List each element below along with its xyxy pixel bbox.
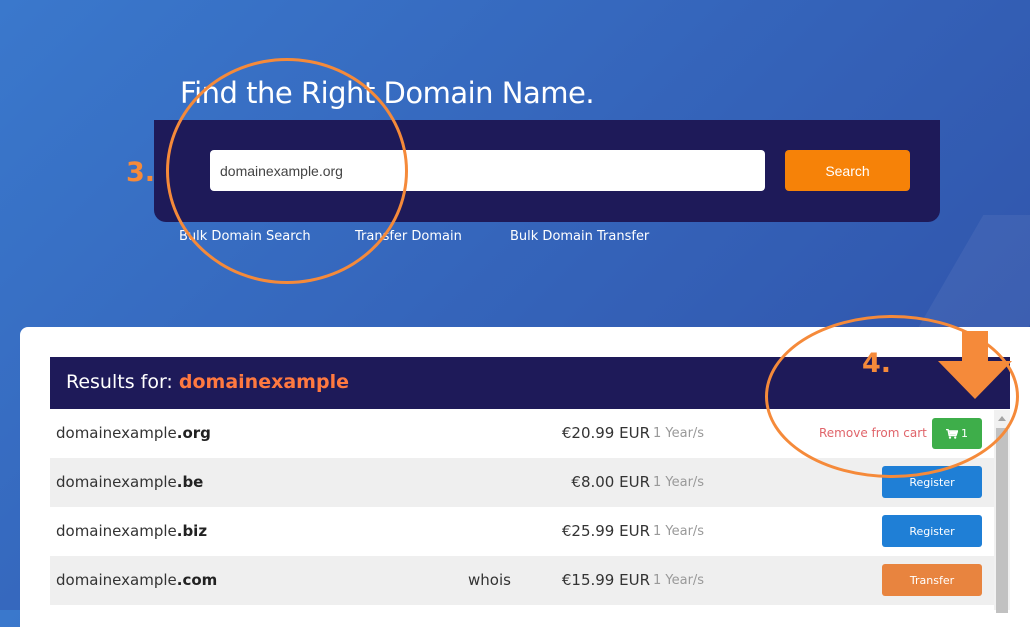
results-prefix: Results for: <box>66 371 173 393</box>
domain-tld: .org <box>176 424 211 442</box>
whois-link[interactable]: whois <box>468 571 511 589</box>
domain-label: domainexample <box>56 522 177 540</box>
domain-period: 1 Year/s <box>653 475 705 490</box>
search-panel: Search <box>154 120 940 222</box>
annotation-label-step3: 3. <box>126 157 156 188</box>
register-button[interactable]: Register <box>882 466 982 498</box>
domain-price: €15.99 EUR <box>561 571 650 589</box>
page-title: Find the Right Domain Name. <box>180 76 595 110</box>
domain-name: domainexample.biz <box>56 522 207 540</box>
scroll-up-arrow-icon[interactable] <box>994 412 1010 424</box>
bulk-domain-search-link[interactable]: Bulk Domain Search <box>179 229 311 244</box>
domain-price: €8.00 EUR <box>571 473 650 491</box>
search-button[interactable]: Search <box>785 150 910 191</box>
remove-from-cart-link[interactable]: Remove from cart <box>819 426 927 440</box>
transfer-button[interactable]: Transfer <box>882 564 982 596</box>
results-heading: Results for: domainexample <box>66 371 349 393</box>
domain-result-row: domainexample.be €8.00 EUR 1 Year/s Regi… <box>50 458 994 507</box>
in-cart-button[interactable]: 1 <box>932 418 982 449</box>
domain-price: €20.99 EUR <box>561 424 650 442</box>
domain-tld: .be <box>176 473 204 491</box>
domain-tld: .com <box>176 571 218 589</box>
domain-period: 1 Year/s <box>653 573 705 588</box>
domain-period: 1 Year/s <box>653 426 705 441</box>
annotation-label-step4: 4. <box>862 348 892 379</box>
domain-period: 1 Year/s <box>653 524 705 539</box>
domain-result-row: domainexample.org €20.99 EUR 1 Year/s Re… <box>50 409 994 458</box>
scrollbar-thumb[interactable] <box>996 428 1008 613</box>
results-scrollbar[interactable] <box>994 410 1010 613</box>
bulk-domain-transfer-link[interactable]: Bulk Domain Transfer <box>510 229 649 244</box>
domain-name: domainexample.be <box>56 473 203 491</box>
domain-result-row: domainexample.biz €25.99 EUR 1 Year/s Re… <box>50 507 994 556</box>
domain-result-row: domainexample.com whois €15.99 EUR 1 Yea… <box>50 556 994 605</box>
transfer-domain-link[interactable]: Transfer Domain <box>355 229 462 244</box>
domain-tld: .biz <box>176 522 208 540</box>
cart-icon <box>946 428 958 439</box>
domain-name: domainexample.com <box>56 571 217 589</box>
domain-search-input[interactable] <box>210 150 765 191</box>
domain-label: domainexample <box>56 473 177 491</box>
domain-label: domainexample <box>56 424 177 442</box>
domain-price: €25.99 EUR <box>561 522 650 540</box>
cart-count: 1 <box>961 427 968 440</box>
results-query: domainexample <box>178 371 349 393</box>
domain-name: domainexample.org <box>56 424 211 442</box>
domain-label: domainexample <box>56 571 177 589</box>
register-button[interactable]: Register <box>882 515 982 547</box>
